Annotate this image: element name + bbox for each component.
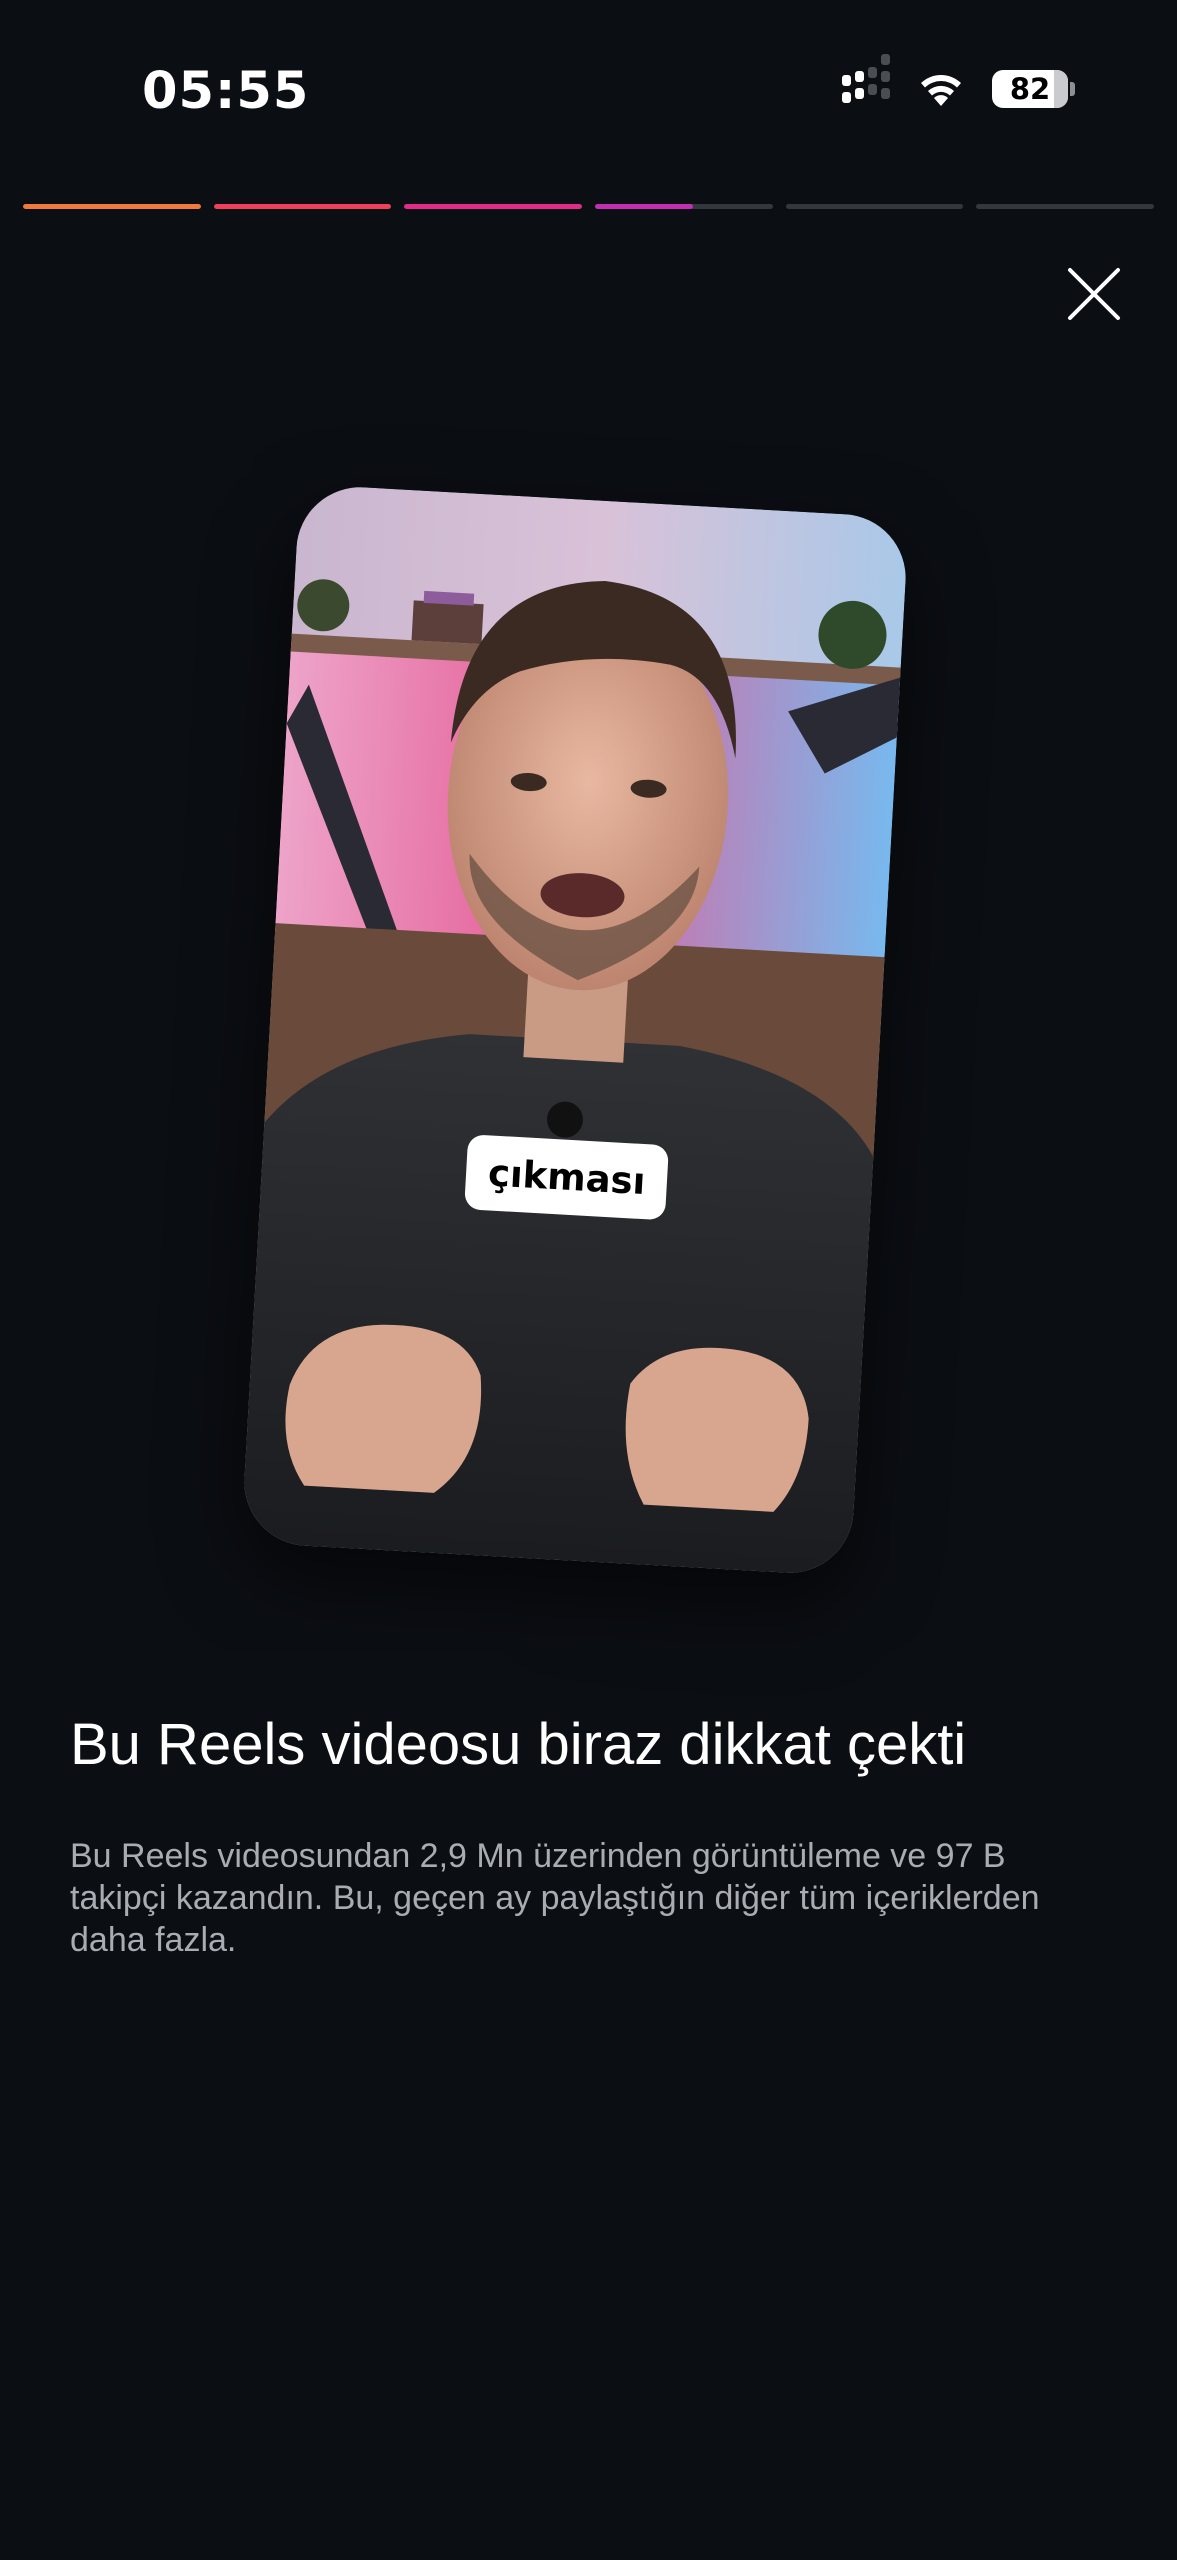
story-progress-segment bbox=[23, 204, 201, 209]
battery-percent: 82 bbox=[1009, 72, 1051, 106]
story-progress-segment bbox=[785, 204, 964, 209]
story-progress-segment bbox=[213, 204, 392, 209]
battery-icon: 82 bbox=[992, 70, 1075, 108]
story-progress-fill bbox=[213, 204, 392, 209]
wifi-icon bbox=[916, 70, 966, 108]
insight-body-text: Bu Reels videosundan 2,9 Mn üzerinden gö… bbox=[70, 1837, 1040, 1959]
close-icon bbox=[1068, 268, 1120, 320]
reel-thumbnail-image bbox=[240, 483, 910, 1577]
story-progress-segment bbox=[595, 204, 773, 209]
story-progress-bar bbox=[23, 204, 1155, 209]
story-progress-fill bbox=[595, 204, 693, 209]
story-progress-segment bbox=[976, 204, 1155, 209]
insight-headline: Bu Reels videosu biraz dikkat çekti bbox=[70, 1712, 967, 1777]
story-progress-fill bbox=[404, 204, 583, 209]
status-icons: 82 bbox=[842, 53, 1075, 108]
status-bar: 05:55 82 bbox=[0, 0, 1177, 190]
reel-preview-card[interactable]: çıkması bbox=[240, 483, 910, 1577]
reel-caption-chip: çıkması bbox=[464, 1134, 670, 1221]
story-progress-fill bbox=[23, 204, 201, 209]
status-time: 05:55 bbox=[142, 62, 310, 121]
story-progress-segment bbox=[404, 204, 583, 209]
close-button[interactable] bbox=[1058, 258, 1130, 330]
cellular-signal-icon bbox=[842, 53, 890, 103]
